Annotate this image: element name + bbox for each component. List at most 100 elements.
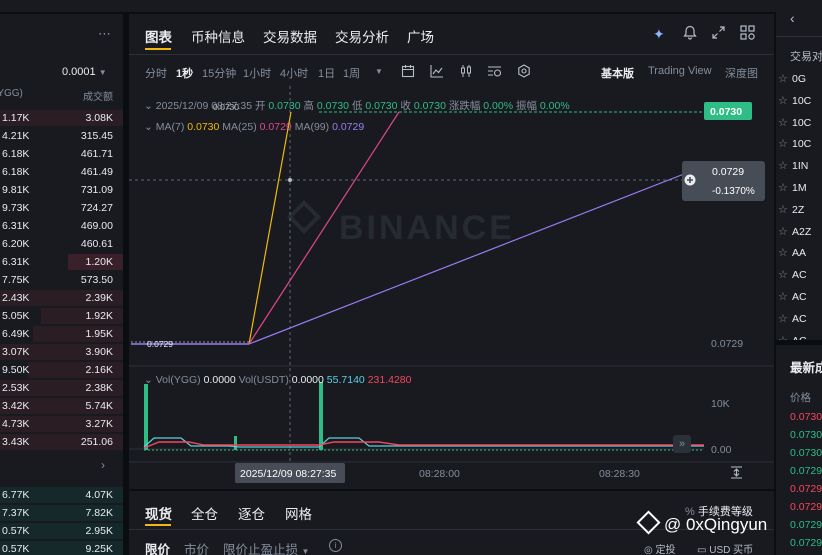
timeframe-1h[interactable]: 1小时 [243,65,271,81]
ask-row[interactable]: 3.42K 5.74K [0,397,123,415]
timeframe-4h[interactable]: 4小时 [280,65,308,81]
favorite-star-icon[interactable]: ☆ [778,116,788,129]
pair-item[interactable]: 10C [792,95,811,107]
ask-row[interactable]: 6.20K 460.61 [0,235,123,253]
favorite-star-icon[interactable]: ☆ [778,137,788,150]
calendar-icon[interactable] [401,64,415,81]
tab-coin-info[interactable]: 币种信息 [191,26,245,46]
favorite-star-icon[interactable]: ☆ [778,334,788,340]
ask-row[interactable]: 3.43K 251.06 [0,433,123,451]
tab-trading-data[interactable]: 交易数据 [263,26,317,46]
total-column-header: 成交额 [83,92,113,103]
layout-grid-icon[interactable] [740,25,755,43]
ask-row[interactable]: 9.73K 724.27 [0,199,123,217]
tab-trading-analysis[interactable]: 交易分析 [335,26,389,46]
ask-row[interactable]: 7.75K 573.50 [0,271,123,289]
favorite-star-icon[interactable]: ☆ [778,268,788,281]
timeframe-1d[interactable]: 1日 [318,65,335,81]
info-icon[interactable]: i [329,539,342,552]
ask-row[interactable]: 6.18K 461.49 [0,163,123,181]
ask-row[interactable]: 5.05K 1.92K [0,307,123,325]
ask-row[interactable]: 9.81K 731.09 [0,181,123,199]
ask-row[interactable]: 6.18K 461.71 [0,145,123,163]
chart-settings-icon[interactable] [487,64,502,81]
ask-qty: 7.75K [2,274,30,286]
tab-isolated[interactable]: 逐仓 [238,503,265,523]
indicator-icon[interactable] [430,64,444,81]
favorite-star-icon[interactable]: ☆ [778,225,788,238]
timeframe-1w[interactable]: 1周 [343,65,360,81]
favorite-star-icon[interactable]: ☆ [778,312,788,325]
dca-button[interactable]: ◎ 定投 [644,541,676,555]
ask-row[interactable]: 3.07K 3.90K [0,343,123,361]
candle-type-icon[interactable] [459,64,473,81]
favorite-star-icon[interactable]: ☆ [778,290,788,303]
ask-row[interactable]: 4.73K 3.27K [0,415,123,433]
favorite-star-icon[interactable]: ☆ [778,159,788,172]
ask-row[interactable]: 6.31K 469.00 [0,217,123,235]
chevron-right-icon[interactable]: › [101,458,105,472]
pair-item[interactable]: 10C [792,138,811,150]
ask-row[interactable]: 9.50K 2.16K [0,361,123,379]
pairs-divider [776,36,822,37]
pair-item[interactable]: A2Z [792,226,811,238]
pair-item[interactable]: AC [792,313,807,325]
pair-item[interactable]: AA [792,247,806,259]
bid-row[interactable]: 6.77K 4.07K [0,486,123,504]
view-tradingview[interactable]: Trading View [648,65,712,77]
view-depth[interactable]: 深度图 [725,65,758,81]
timeframe-timeline[interactable]: 分时 [145,65,167,81]
price-chart[interactable]: BINANCE 0.0730 0.0729 0.0730 0.0729 -0.1… [129,14,774,489]
bid-row[interactable]: 7.37K 7.82K [0,504,123,522]
tab-square[interactable]: 广场 [407,26,434,46]
pair-item[interactable]: 10C [792,117,811,129]
ask-row[interactable]: 2.53K 2.38K [0,379,123,397]
scroll-right-icon[interactable]: » [673,435,691,453]
favorite-star-icon[interactable]: ☆ [778,181,788,194]
tab-grid[interactable]: 网格 [285,503,312,523]
timeframe-15m[interactable]: 15分钟 [202,65,236,81]
order-type-market[interactable]: 市价 [184,539,209,555]
ask-row[interactable]: 6.49K 1.95K [0,325,123,343]
ai-sparkle-icon[interactable]: ✦ [653,26,665,43]
order-type-stop-limit[interactable]: 限价止盈止损 ▼ [223,539,309,555]
timeframe-1s[interactable]: 1秒 [176,65,193,81]
order-type-limit[interactable]: 限价 [145,539,170,555]
more-icon[interactable]: ⋯ [98,26,111,42]
tab-spot[interactable]: 现货 [145,503,172,523]
fit-chart-icon[interactable] [730,466,743,482]
collapse-legend-icon[interactable]: ⌄ [144,100,153,112]
bid-row[interactable]: 0.57K 9.25K [0,540,123,555]
ask-row[interactable]: 1.17K 3.08K [0,109,123,127]
bid-row[interactable]: 0.57K 2.95K [0,522,123,540]
pair-item[interactable]: 1M [792,182,807,194]
favorite-star-icon[interactable]: ☆ [778,203,788,216]
bell-icon[interactable] [683,25,697,43]
tab-spot-underline [145,524,171,526]
pair-item[interactable]: AC [792,291,807,303]
favorite-star-icon[interactable]: ☆ [778,72,788,85]
collapse-volume-icon[interactable]: ⌄ [144,374,153,386]
chevron-left-icon[interactable]: ‹ [790,10,795,26]
buy-crypto-button[interactable]: ▭ USD 买币 [697,541,753,555]
ask-row[interactable]: 2.43K 2.39K [0,289,123,307]
tick-size-select[interactable]: 0.0001 ▼ [62,66,107,78]
ask-row[interactable]: 4.21K 315.45 [0,127,123,145]
expand-icon[interactable] [712,26,725,42]
pair-item[interactable]: AC [792,269,807,281]
ask-row[interactable]: 6.31K 1.20K [0,253,123,271]
favorite-star-icon[interactable]: ☆ [778,94,788,107]
pair-item[interactable]: 0G [792,73,806,85]
timeframe-dropdown-icon[interactable]: ▼ [375,67,383,76]
ask-qty: 9.81K [2,184,30,196]
tab-chart[interactable]: 图表 [145,26,172,46]
collapse-ma-icon[interactable]: ⌄ [144,121,153,133]
pair-item[interactable]: 2Z [792,204,804,216]
view-basic[interactable]: 基本版 [601,65,634,81]
favorite-star-icon[interactable]: ☆ [778,246,788,259]
pair-item[interactable]: 1IN [792,160,808,172]
hexagon-settings-icon[interactable] [517,64,531,81]
latest-trades-title[interactable]: 最新成 [790,357,822,376]
tab-cross[interactable]: 全仓 [191,503,218,523]
pair-item[interactable]: AC [792,335,807,340]
